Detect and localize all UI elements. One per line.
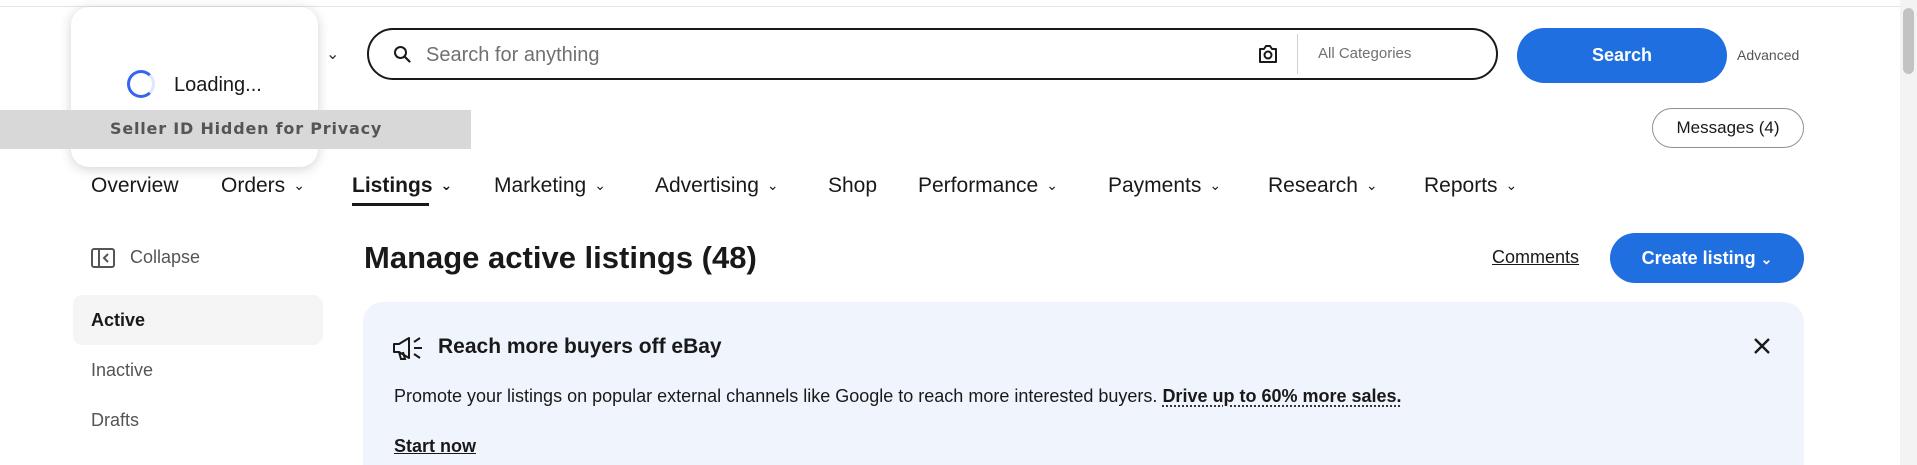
nav-label: Shop bbox=[828, 174, 878, 197]
loading-spinner-icon bbox=[127, 70, 155, 98]
nav-label: Performance bbox=[918, 174, 1039, 197]
nav-label: Marketing bbox=[494, 174, 587, 197]
banner-emphasis[interactable]: Drive up to 60% more sales. bbox=[1162, 386, 1401, 406]
nav-reports[interactable]: Reports ⌄ bbox=[1424, 174, 1517, 198]
create-listing-label: Create listing bbox=[1641, 247, 1756, 268]
collapse-sidebar-icon bbox=[91, 248, 115, 268]
category-divider bbox=[1297, 34, 1298, 74]
search-bar: All Categories bbox=[367, 28, 1498, 80]
nav-payments[interactable]: Payments ⌄ bbox=[1108, 174, 1221, 198]
collapse-label: Collapse bbox=[130, 247, 201, 267]
start-now-link[interactable]: Start now bbox=[394, 436, 476, 457]
nav-label: Research bbox=[1268, 174, 1358, 197]
megaphone-icon bbox=[393, 337, 422, 360]
chevron-down-icon: ⌄ bbox=[1365, 177, 1378, 193]
active-tab-underline bbox=[352, 203, 429, 206]
chevron-down-icon: ⌄ bbox=[1209, 177, 1222, 193]
chevron-down-icon: ⌄ bbox=[1760, 250, 1773, 267]
chevron-down-icon: ⌄ bbox=[766, 177, 779, 193]
nav-shop[interactable]: Shop bbox=[828, 174, 877, 198]
page-scrollbar[interactable] bbox=[1900, 0, 1917, 465]
nav-label: Orders bbox=[221, 174, 286, 197]
nav-label: Overview bbox=[91, 174, 179, 197]
nav-research[interactable]: Research ⌄ bbox=[1268, 174, 1378, 198]
banner-body: Promote your listings on popular externa… bbox=[394, 386, 1402, 407]
chevron-down-icon: ⌄ bbox=[1505, 177, 1518, 193]
camera-icon[interactable] bbox=[1257, 44, 1279, 64]
nav-label: Listings bbox=[352, 174, 433, 197]
search-button[interactable]: Search bbox=[1517, 28, 1727, 83]
page-title: Manage active listings (48) bbox=[364, 240, 757, 275]
sidebar-item-drafts[interactable]: Drafts bbox=[91, 410, 139, 431]
loading-text: Loading... bbox=[174, 74, 262, 96]
sidebar-item-active[interactable]: Active bbox=[91, 310, 145, 331]
chevron-down-icon: ⌄ bbox=[440, 177, 453, 193]
search-icon bbox=[394, 46, 411, 63]
chevron-down-icon: ⌄ bbox=[293, 177, 305, 193]
create-listing-button[interactable]: Create listing ⌄ bbox=[1610, 233, 1804, 283]
nav-label: Reports bbox=[1424, 174, 1498, 197]
category-select[interactable]: All Categories bbox=[1318, 45, 1411, 62]
seller-chevron-icon[interactable]: ⌄ bbox=[326, 44, 339, 64]
banner-body-text: Promote your listings on popular externa… bbox=[394, 386, 1158, 406]
scrollbar-thumb[interactable] bbox=[1903, 8, 1914, 74]
advanced-search-link[interactable]: Advanced bbox=[1737, 47, 1799, 63]
nav-advertising[interactable]: Advertising ⌄ bbox=[655, 174, 779, 198]
seller-id-redacted: Seller ID Hidden for Privacy bbox=[110, 119, 383, 138]
chevron-down-icon: ⌄ bbox=[1046, 177, 1058, 193]
sidebar-item-inactive[interactable]: Inactive bbox=[91, 360, 153, 381]
promo-banner: Reach more buyers off eBay Promote your … bbox=[363, 302, 1804, 465]
messages-button[interactable]: Messages (4) bbox=[1652, 108, 1804, 148]
banner-title: Reach more buyers off eBay bbox=[438, 335, 722, 358]
comments-link[interactable]: Comments bbox=[1492, 247, 1579, 268]
nav-marketing[interactable]: Marketing ⌄ bbox=[494, 174, 606, 198]
close-icon[interactable] bbox=[1752, 336, 1772, 356]
nav-orders[interactable]: Orders ⌄ bbox=[221, 174, 305, 198]
nav-performance[interactable]: Performance ⌄ bbox=[918, 174, 1058, 198]
chevron-down-icon: ⌄ bbox=[594, 177, 606, 193]
nav-label: Advertising bbox=[655, 174, 759, 197]
search-input[interactable] bbox=[424, 38, 1228, 72]
nav-listings[interactable]: Listings ⌄ bbox=[352, 174, 452, 198]
nav-label: Payments bbox=[1108, 174, 1202, 197]
nav-overview[interactable]: Overview bbox=[91, 174, 179, 198]
